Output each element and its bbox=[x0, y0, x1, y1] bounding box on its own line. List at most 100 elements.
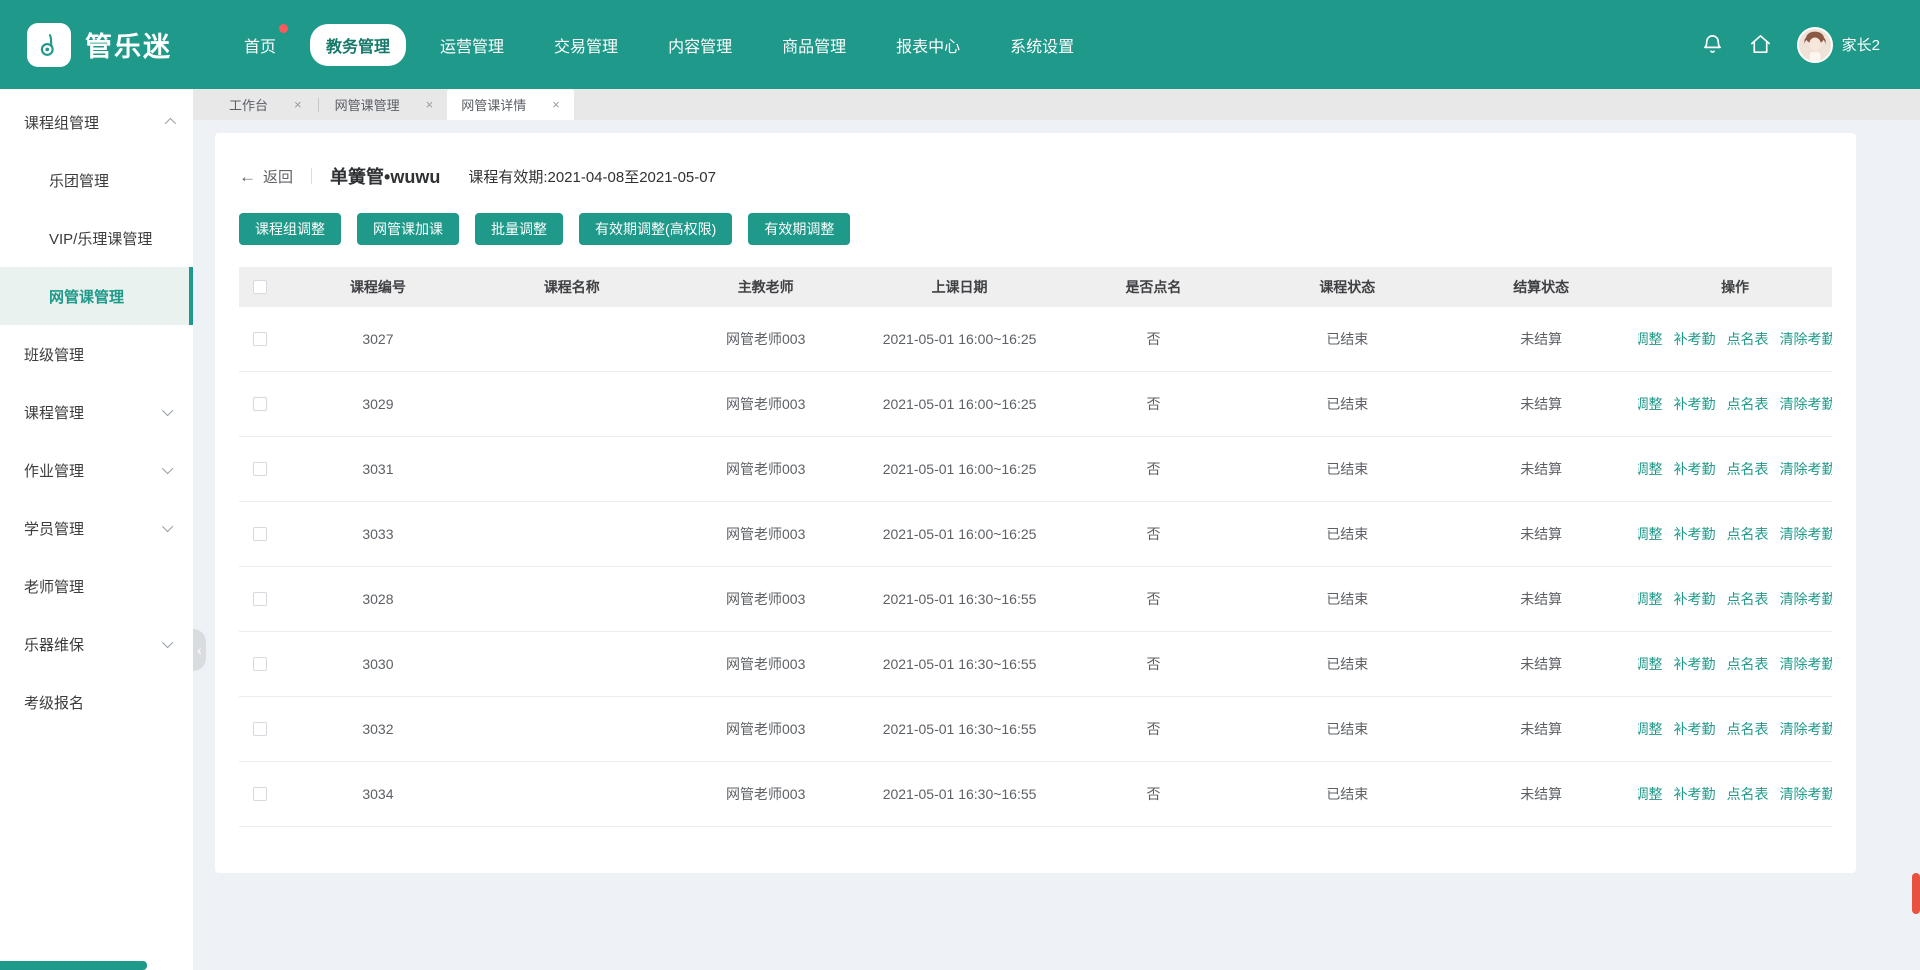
row-action-link[interactable]: 清除考勤 bbox=[1780, 654, 1832, 674]
cell-rollcall: 否 bbox=[1057, 719, 1251, 739]
row-action-link[interactable]: 点名表 bbox=[1727, 719, 1769, 739]
row-action-link[interactable]: 点名表 bbox=[1727, 784, 1769, 804]
vertical-scrollbar-thumb[interactable] bbox=[1912, 873, 1920, 914]
row-action-link[interactable]: 清除考勤 bbox=[1780, 784, 1832, 804]
sidebar-item[interactable]: 作业管理 bbox=[0, 441, 193, 499]
table-column-header: 操作 bbox=[1638, 277, 1832, 297]
row-action-link[interactable]: 补考勤 bbox=[1674, 524, 1716, 544]
row-checkbox[interactable] bbox=[253, 332, 267, 346]
top-nav-item[interactable]: 交易管理 bbox=[538, 24, 634, 66]
sidebar-item[interactable]: 课程组管理 bbox=[0, 93, 193, 151]
toolbar-button[interactable]: 网管课加课 bbox=[357, 213, 459, 245]
cell-course-id: 3030 bbox=[281, 656, 475, 672]
tab-close-icon[interactable]: × bbox=[294, 97, 302, 112]
row-action-link[interactable]: 清除考勤 bbox=[1780, 459, 1832, 479]
main-area: 工作台 × 网管课管理 × 网管课详情 × ← 返回 单簧管•wuwu 课程有效… bbox=[193, 89, 1920, 970]
top-nav-item[interactable]: 首页 bbox=[228, 24, 292, 66]
sidebar-item[interactable]: 乐团管理 bbox=[0, 151, 193, 209]
row-action-link[interactable]: 补考勤 bbox=[1674, 394, 1716, 414]
user-name: 家长2 bbox=[1842, 34, 1880, 55]
row-action-link[interactable]: 调整 bbox=[1638, 719, 1662, 739]
row-checkbox[interactable] bbox=[253, 657, 267, 671]
cell-settlement: 未结算 bbox=[1444, 459, 1638, 479]
top-nav-item[interactable]: 商品管理 bbox=[766, 24, 862, 66]
cell-actions: 调整补考勤点名表清除考勤 bbox=[1638, 589, 1832, 609]
row-action-link[interactable]: 点名表 bbox=[1727, 459, 1769, 479]
top-nav-item[interactable]: 运营管理 bbox=[424, 24, 520, 66]
sidebar-item[interactable]: 考级报名 bbox=[0, 673, 193, 731]
row-action-link[interactable]: 清除考勤 bbox=[1780, 394, 1832, 414]
sidebar-item[interactable]: 学员管理 bbox=[0, 499, 193, 557]
user-menu[interactable]: 家长2 bbox=[1797, 27, 1880, 63]
cell-rollcall: 否 bbox=[1057, 394, 1251, 414]
sidebar-item[interactable]: VIP/乐理课管理 bbox=[0, 209, 193, 267]
row-action-link[interactable]: 点名表 bbox=[1727, 589, 1769, 609]
course-validity: 课程有效期:2021-04-08至2021-05-07 bbox=[468, 166, 716, 187]
open-tab[interactable]: 工作台 × bbox=[215, 89, 316, 120]
row-action-link[interactable]: 清除考勤 bbox=[1780, 719, 1832, 739]
sidebar-collapse-handle[interactable]: ‹ bbox=[193, 629, 206, 671]
row-action-link[interactable]: 调整 bbox=[1638, 394, 1662, 414]
notification-bell-icon[interactable] bbox=[1701, 33, 1725, 57]
row-action-link[interactable]: 补考勤 bbox=[1674, 654, 1716, 674]
row-action-link[interactable]: 补考勤 bbox=[1674, 589, 1716, 609]
row-action-link[interactable]: 调整 bbox=[1638, 329, 1662, 349]
cell-rollcall: 否 bbox=[1057, 524, 1251, 544]
row-checkbox[interactable] bbox=[253, 592, 267, 606]
row-action-link[interactable]: 点名表 bbox=[1727, 394, 1769, 414]
sidebar-item[interactable]: 乐器维保 bbox=[0, 615, 193, 673]
row-action-link[interactable]: 清除考勤 bbox=[1780, 329, 1832, 349]
row-action-link[interactable]: 调整 bbox=[1638, 784, 1662, 804]
row-checkbox[interactable] bbox=[253, 787, 267, 801]
open-tab[interactable]: 网管课管理 × bbox=[321, 89, 448, 120]
row-checkbox[interactable] bbox=[253, 527, 267, 541]
sidebar-item[interactable]: 老师管理 bbox=[0, 557, 193, 615]
row-action-link[interactable]: 点名表 bbox=[1727, 654, 1769, 674]
row-action-link[interactable]: 补考勤 bbox=[1674, 459, 1716, 479]
row-action-link[interactable]: 调整 bbox=[1638, 589, 1662, 609]
row-checkbox[interactable] bbox=[253, 397, 267, 411]
sidebar-item[interactable]: 课程管理 bbox=[0, 383, 193, 441]
top-nav-item-label: 首页 bbox=[244, 39, 276, 56]
row-select-cell bbox=[239, 592, 281, 606]
top-nav-item[interactable]: 教务管理 bbox=[310, 24, 406, 66]
row-action-link[interactable]: 调整 bbox=[1638, 524, 1662, 544]
top-nav-item[interactable]: 系统设置 bbox=[994, 24, 1090, 66]
select-all-checkbox[interactable] bbox=[253, 280, 267, 294]
back-label: 返回 bbox=[263, 166, 293, 187]
row-select-cell bbox=[239, 332, 281, 346]
chevron-icon bbox=[162, 637, 173, 648]
tab-divider bbox=[318, 98, 319, 112]
toolbar-button[interactable]: 批量调整 bbox=[475, 213, 563, 245]
row-action-link[interactable]: 调整 bbox=[1638, 459, 1662, 479]
cell-teacher: 网管老师003 bbox=[669, 589, 863, 609]
toolbar-button[interactable]: 有效期调整(高权限) bbox=[579, 213, 732, 245]
row-checkbox[interactable] bbox=[253, 722, 267, 736]
toolbar-button[interactable]: 有效期调整 bbox=[748, 213, 850, 245]
row-action-link[interactable]: 补考勤 bbox=[1674, 719, 1716, 739]
row-action-link[interactable]: 点名表 bbox=[1727, 524, 1769, 544]
row-action-link[interactable]: 调整 bbox=[1638, 654, 1662, 674]
top-nav-item[interactable]: 报表中心 bbox=[880, 24, 976, 66]
home-icon[interactable] bbox=[1749, 33, 1773, 57]
sidebar-item[interactable]: 班级管理 bbox=[0, 325, 193, 383]
row-action-link[interactable]: 补考勤 bbox=[1674, 784, 1716, 804]
cell-date: 2021-05-01 16:00~16:25 bbox=[863, 526, 1057, 542]
row-action-link[interactable]: 清除考勤 bbox=[1780, 589, 1832, 609]
cell-course-id: 3032 bbox=[281, 721, 475, 737]
tab-close-icon[interactable]: × bbox=[552, 97, 560, 112]
toolbar-button[interactable]: 课程组调整 bbox=[239, 213, 341, 245]
tab-label: 网管课详情 bbox=[461, 95, 526, 114]
top-nav-item[interactable]: 内容管理 bbox=[652, 24, 748, 66]
row-action-link[interactable]: 点名表 bbox=[1727, 329, 1769, 349]
horizontal-scrollbar-thumb[interactable] bbox=[0, 961, 147, 970]
back-button[interactable]: ← 返回 bbox=[239, 166, 293, 187]
row-action-link[interactable]: 补考勤 bbox=[1674, 329, 1716, 349]
tab-close-icon[interactable]: × bbox=[426, 97, 434, 112]
cell-date: 2021-05-01 16:30~16:55 bbox=[863, 591, 1057, 607]
sidebar-item[interactable]: 网管课管理 bbox=[0, 267, 193, 325]
row-action-link[interactable]: 清除考勤 bbox=[1780, 524, 1832, 544]
row-checkbox[interactable] bbox=[253, 462, 267, 476]
cell-status: 已结束 bbox=[1250, 524, 1444, 544]
open-tab[interactable]: 网管课详情 × bbox=[447, 89, 574, 120]
